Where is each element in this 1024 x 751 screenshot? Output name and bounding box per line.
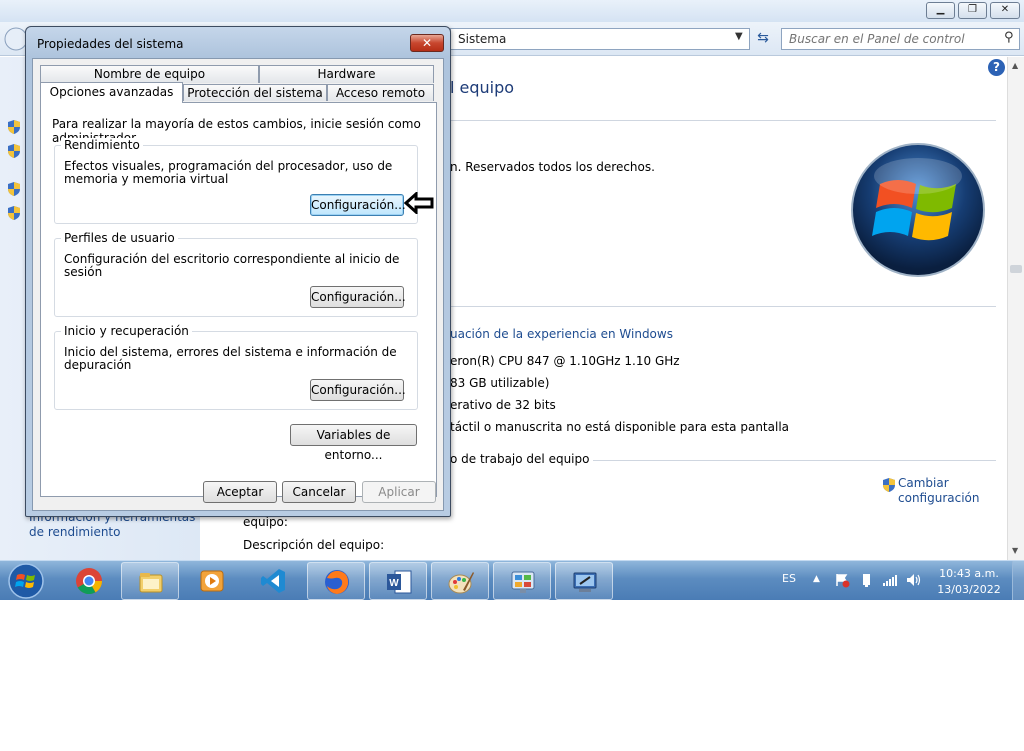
tray-language[interactable]: ES — [782, 572, 796, 585]
taskbar-word[interactable]: W — [369, 562, 427, 600]
tab-remote-access[interactable]: Acceso remoto — [327, 84, 434, 101]
user-profiles-legend: Perfiles de usuario — [61, 231, 178, 245]
address-bar[interactable]: Sistema ▼ — [450, 28, 750, 50]
tray-date: 13/03/2022 — [937, 583, 1001, 596]
performance-description: Efectos visuales, programación del proce… — [64, 159, 393, 186]
address-dropdown-icon[interactable]: ▼ — [735, 31, 743, 42]
pointer-arrow-icon — [404, 192, 434, 214]
uac-shield-icon — [8, 144, 20, 158]
user-profiles-description: Configuración del escritorio correspondi… — [64, 252, 400, 279]
window-close-button[interactable]: ✕ — [990, 2, 1020, 19]
taskbar-media-player[interactable] — [183, 562, 241, 600]
action-center-icon[interactable] — [834, 572, 850, 588]
taskbar-file-explorer[interactable] — [121, 562, 179, 600]
minimize-button[interactable]: ▁ — [926, 2, 955, 19]
cancel-button[interactable]: Cancelar — [282, 481, 356, 503]
search-input[interactable] — [782, 29, 992, 49]
copyright-text: n. Reservados todos los derechos. — [450, 160, 655, 174]
network-icon[interactable] — [882, 572, 898, 588]
user-profiles-group: Perfiles de usuario Configuración del es… — [54, 231, 418, 317]
taskbar-vscode[interactable] — [244, 562, 302, 600]
ok-button[interactable]: Aceptar — [203, 481, 277, 503]
section-divider — [450, 306, 996, 307]
user-profiles-settings-button[interactable]: Configuración... — [310, 286, 406, 308]
uac-shield-icon — [8, 120, 20, 134]
start-button-icon[interactable] — [7, 562, 45, 600]
windows-logo — [851, 143, 985, 277]
paint-icon — [448, 572, 474, 594]
firefox-icon — [325, 570, 349, 594]
tab-panel: Para realizar la mayoría de estos cambio… — [40, 102, 437, 497]
tab-hardware[interactable]: Hardware — [259, 65, 434, 83]
performance-settings-button[interactable]: Configuración... — [310, 194, 406, 216]
change-settings-link[interactable]: Cambiar configuración — [882, 476, 992, 506]
usb-device-icon[interactable] — [858, 572, 874, 588]
environment-variables-button[interactable]: Variables de entorno... — [290, 424, 417, 462]
uac-shield-icon — [8, 206, 20, 220]
show-desktop-button[interactable] — [1012, 561, 1024, 601]
change-settings-label: Cambiar configuración — [898, 476, 980, 505]
tab-computer-name[interactable]: Nombre de equipo — [40, 65, 259, 83]
startup-recovery-description: Inicio del sistema, errores del sistema … — [64, 345, 397, 372]
tray-show-hidden-icon[interactable]: ▲ — [813, 574, 820, 584]
dialog-body: Nombre de equipo Hardware Opciones avanz… — [32, 58, 444, 511]
word-icon: W — [387, 570, 412, 594]
taskbar-chrome[interactable] — [60, 562, 118, 600]
startup-recovery-group: Inicio y recuperación Inicio del sistema… — [54, 324, 418, 410]
scroll-up-icon[interactable]: ▲ — [1012, 61, 1018, 70]
refresh-icon[interactable]: ⇆ — [752, 28, 774, 50]
taskbar-firefox[interactable] — [307, 562, 365, 600]
dialog-close-button[interactable]: ✕ — [410, 34, 444, 52]
address-text: Sistema — [458, 32, 507, 46]
tray-clock[interactable]: 10:43 a.m. 13/03/2022 — [930, 566, 1008, 598]
taskbar: W ES ▲ 10:43 a.m. 13/03/2022 — [0, 560, 1024, 601]
taskbar-system-properties[interactable] — [555, 562, 613, 600]
scroll-down-icon[interactable]: ▼ — [1012, 546, 1018, 555]
taskbar-control-panel[interactable] — [493, 562, 551, 600]
apply-button[interactable]: Aplicar — [362, 481, 436, 503]
vscode-icon — [261, 569, 285, 593]
search-icon[interactable]: ⚲ — [1004, 30, 1014, 45]
section-divider — [450, 120, 996, 121]
uac-shield-icon — [8, 182, 20, 196]
search-box[interactable]: ⚲ — [781, 28, 1020, 50]
control-panel-titlebar: ▁ ❐ ✕ — [0, 0, 1024, 22]
blank-area — [0, 600, 1024, 751]
svg-text:W: W — [389, 578, 399, 589]
help-icon[interactable]: ? — [988, 59, 1005, 76]
performance-group: Rendimiento Efectos visuales, programaci… — [54, 138, 418, 224]
taskbar-paint[interactable] — [431, 562, 489, 600]
field-label-description: Descripción del equipo: — [243, 538, 385, 552]
system-properties-dialog: Propiedades del sistema ✕ Nombre de equi… — [25, 26, 451, 517]
system-properties-icon — [573, 572, 597, 592]
media-player-icon — [200, 570, 224, 592]
file-explorer-icon — [139, 573, 163, 593]
vertical-scrollbar[interactable]: ▲ ▼ — [1007, 57, 1024, 560]
startup-recovery-settings-button[interactable]: Configuración... — [310, 379, 406, 401]
dialog-title: Propiedades del sistema — [37, 37, 184, 51]
experience-index-link[interactable]: uación de la experiencia en Windows — [450, 327, 673, 341]
chrome-icon — [76, 568, 103, 595]
processor-value: eron(R) CPU 847 @ 1.10GHz 1.10 GHz — [450, 354, 680, 368]
control-panel-icon — [511, 571, 535, 593]
pen-touch-value: táctil o manuscrita no está disponible p… — [450, 420, 789, 434]
volume-icon[interactable] — [905, 572, 921, 588]
tray-time: 10:43 a.m. — [939, 567, 999, 580]
field-label-computer: equipo: — [243, 515, 288, 529]
maximize-button[interactable]: ❐ — [958, 2, 987, 19]
performance-legend: Rendimiento — [61, 138, 143, 152]
page-heading: l equipo — [450, 78, 515, 97]
computer-name-group-label: o de trabajo del equipo — [450, 452, 594, 466]
tab-system-protection[interactable]: Protección del sistema — [183, 84, 327, 101]
memory-value: 83 GB utilizable) — [450, 376, 550, 390]
system-type-value: erativo de 32 bits — [450, 398, 556, 412]
startup-recovery-legend: Inicio y recuperación — [61, 324, 192, 338]
scroll-thumb[interactable] — [1010, 265, 1022, 273]
uac-shield-icon — [883, 478, 895, 492]
tab-advanced-options[interactable]: Opciones avanzadas — [40, 82, 183, 103]
